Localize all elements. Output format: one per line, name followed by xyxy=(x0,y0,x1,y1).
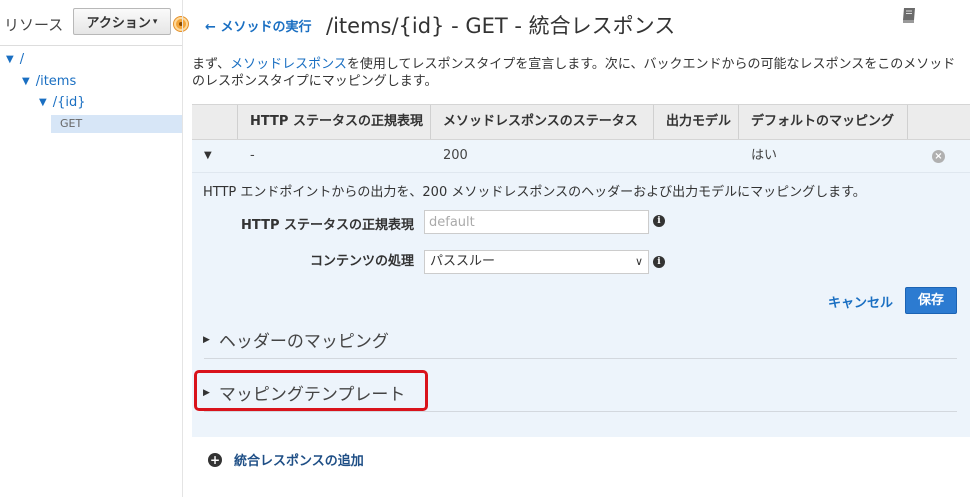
mapping-templates-section[interactable]: ▶ マッピングテンプレート xyxy=(203,380,957,405)
resources-label: リソース xyxy=(4,16,64,34)
column-header-model: 出力モデル xyxy=(666,114,732,129)
info-icon[interactable]: i xyxy=(653,215,665,227)
description-text: まず、 xyxy=(192,57,231,72)
page-description: まず、メソッドレスポンスを使用してレスポンスタイプを宣言します。次に、バックエン… xyxy=(192,56,962,90)
expand-triangle-icon[interactable]: ▼ xyxy=(6,54,14,65)
expand-triangle-icon[interactable]: ▼ xyxy=(39,97,47,108)
content-handling-value: パススルー xyxy=(430,254,496,269)
tree-item-root[interactable]: ▼ / xyxy=(6,52,24,67)
column-divider xyxy=(430,105,431,139)
chevron-down-icon: ∨ xyxy=(634,255,643,268)
method-response-link[interactable]: メソッドレスポンス xyxy=(230,57,347,72)
back-link-label[interactable]: メソッドの実行 xyxy=(220,20,311,35)
detail-description: HTTP エンドポイントからの出力を、200 メソッドレスポンスのヘッダーおよび… xyxy=(203,185,866,200)
expand-triangle-icon[interactable]: ▶ xyxy=(203,388,210,398)
header-mappings-label[interactable]: ヘッダーのマッピング xyxy=(219,327,389,352)
back-to-method-execution-link[interactable]: ← メソッドの実行 xyxy=(205,16,311,35)
tree-item-id[interactable]: ▼ /{id} xyxy=(39,95,86,110)
column-divider xyxy=(907,105,908,139)
resize-handle-icon[interactable] xyxy=(174,17,188,31)
content-handling-select[interactable]: パススルー ∨ xyxy=(424,250,649,274)
cancel-button[interactable]: キャンセル xyxy=(828,292,893,311)
book-icon[interactable] xyxy=(901,7,917,24)
actions-dropdown-button[interactable]: アクション ▾ xyxy=(73,8,171,35)
resource-panel: リソース アクション ▾ ▼ / ▼ /items ▼ /{id} GET xyxy=(0,0,182,497)
cell-regex: - xyxy=(250,148,255,163)
add-integration-response[interactable]: + 統合レスポンスの追加 xyxy=(208,450,364,469)
regex-field-label: HTTP ステータスの正規表現 xyxy=(241,218,414,233)
page-title: /items/{id} - GET - 統合レスポンス xyxy=(326,14,676,38)
cell-status: 200 xyxy=(443,148,468,163)
save-button[interactable]: 保存 xyxy=(905,287,957,314)
info-icon[interactable]: i xyxy=(653,256,665,268)
column-header-default: デフォルトのマッピング xyxy=(751,114,895,129)
header-mappings-section[interactable]: ▶ ヘッダーのマッピング xyxy=(203,327,957,352)
mapping-templates-label[interactable]: マッピングテンプレート xyxy=(219,380,406,405)
column-divider xyxy=(738,105,739,139)
column-header-status: メソッドレスポンスのステータス xyxy=(443,114,638,129)
plus-icon[interactable]: + xyxy=(208,452,222,467)
vertical-divider xyxy=(182,0,183,497)
back-arrow-icon: ← xyxy=(205,20,216,35)
regex-input[interactable] xyxy=(424,210,649,234)
add-integration-response-label[interactable]: 統合レスポンスの追加 xyxy=(234,450,364,469)
tree-item-label[interactable]: /items xyxy=(36,74,77,89)
panel-divider xyxy=(0,45,182,46)
table-row[interactable]: ▼ - 200 はい × xyxy=(192,140,970,173)
section-divider xyxy=(204,411,957,412)
response-detail-panel: HTTP エンドポイントからの出力を、200 メソッドレスポンスのヘッダーおよび… xyxy=(192,173,970,437)
expand-triangle-icon[interactable]: ▼ xyxy=(22,76,30,87)
expand-triangle-icon[interactable]: ▶ xyxy=(203,335,210,345)
content-handling-label: コンテンツの処理 xyxy=(309,254,414,269)
tree-item-items[interactable]: ▼ /items xyxy=(22,74,76,89)
collapse-triangle-icon[interactable]: ▼ xyxy=(204,140,212,172)
column-divider xyxy=(653,105,654,139)
column-header-regex: HTTP ステータスの正規表現 xyxy=(250,114,423,129)
remove-icon[interactable]: × xyxy=(932,150,945,163)
tree-item-label[interactable]: /{id} xyxy=(53,95,86,110)
actions-label: アクション xyxy=(86,16,151,31)
tree-item-label[interactable]: / xyxy=(20,52,24,67)
tree-item-get-method[interactable]: GET xyxy=(51,115,182,133)
column-divider xyxy=(237,105,238,139)
caret-down-icon: ▾ xyxy=(152,16,158,27)
response-table-header: HTTP ステータスの正規表現 メソッドレスポンスのステータス 出力モデル デフ… xyxy=(192,104,970,140)
section-divider xyxy=(204,358,957,359)
cell-default: はい xyxy=(751,148,778,163)
